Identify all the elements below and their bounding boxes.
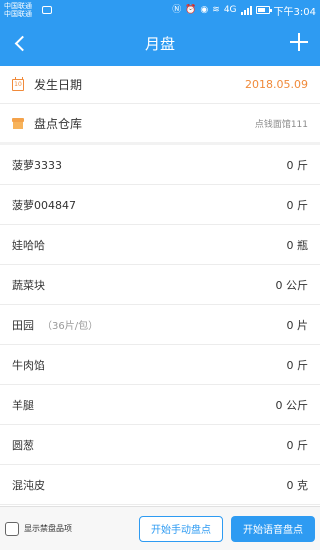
list-item[interactable]: 混沌皮 0 克 bbox=[0, 465, 320, 505]
item-name: 田园 bbox=[12, 318, 34, 332]
eye-icon: ◉ bbox=[200, 5, 209, 15]
notification-app-icon bbox=[42, 6, 52, 14]
nfc-icon: Ⓝ bbox=[172, 5, 182, 15]
item-name: 混沌皮 bbox=[12, 478, 45, 492]
item-name: 圆葱 bbox=[12, 438, 34, 452]
item-name: 牛肉馅 bbox=[12, 358, 45, 372]
item-quantity[interactable]: 0 斤 bbox=[287, 437, 309, 453]
item-quantity[interactable]: 0 斤 bbox=[287, 157, 309, 173]
status-bar: 中国联通 中国联通 Ⓝ ⏰ ◉ ≋ 4G 下午3:04 bbox=[0, 0, 320, 20]
item-quantity[interactable]: 0 片 bbox=[287, 317, 309, 333]
network-type: 4G bbox=[223, 5, 237, 15]
item-quantity[interactable]: 0 瓶 bbox=[287, 237, 309, 253]
add-icon[interactable] bbox=[288, 31, 310, 53]
page-title: 月盘 bbox=[144, 34, 175, 53]
voice-count-button[interactable]: 开始语音盘点 bbox=[231, 515, 315, 542]
carrier-2: 中国联通 bbox=[4, 10, 32, 18]
item-name: 娃哈哈 bbox=[12, 238, 45, 252]
list-item[interactable]: 羊腿 0 公斤 bbox=[0, 385, 320, 425]
list-item[interactable]: 田园 （36片/包） 0 片 bbox=[0, 305, 320, 345]
status-time: 下午3:04 bbox=[273, 6, 316, 18]
item-quantity[interactable]: 0 斤 bbox=[287, 197, 309, 213]
app-header: 月盘 bbox=[0, 20, 320, 66]
signal-icon bbox=[240, 5, 252, 15]
item-name: 蔬菜块 bbox=[12, 278, 45, 292]
wifi-icon: ≋ bbox=[212, 5, 220, 15]
manual-count-button[interactable]: 开始手动盘点 bbox=[139, 515, 223, 542]
status-icons: Ⓝ ⏰ ◉ ≋ 4G 下午3:04 bbox=[172, 3, 316, 18]
back-icon[interactable] bbox=[8, 31, 32, 55]
date-label: 发生日期 bbox=[34, 78, 83, 92]
list-item[interactable]: 蔬菜块 0 公斤 bbox=[0, 265, 320, 305]
date-value[interactable]: 2018.05.09 bbox=[245, 78, 308, 91]
show-disabled-label[interactable]: 显示禁盘品项 bbox=[24, 523, 72, 534]
list-item[interactable]: 圆葱 0 斤 bbox=[0, 425, 320, 465]
item-name: 菠萝3333 bbox=[12, 158, 62, 172]
date-row[interactable]: 10 发生日期 2018.05.09 bbox=[0, 66, 320, 104]
battery-icon bbox=[255, 6, 272, 14]
store-label: 盘点仓库 bbox=[34, 116, 83, 131]
store-row[interactable]: 盘点仓库 点钱面馆111 bbox=[0, 104, 320, 142]
carrier-1: 中国联通 bbox=[4, 2, 32, 10]
list-item[interactable]: 娃哈哈 0 瓶 bbox=[0, 225, 320, 265]
list-item[interactable]: 菠萝3333 0 斤 bbox=[0, 145, 320, 185]
list-item[interactable]: 牛肉馅 0 斤 bbox=[0, 345, 320, 385]
item-list: 菠萝3333 0 斤 菠萝004847 0 斤 娃哈哈 0 瓶 蔬菜块 0 公斤… bbox=[0, 145, 320, 506]
alarm-icon: ⏰ bbox=[185, 5, 197, 15]
item-quantity[interactable]: 0 公斤 bbox=[276, 277, 309, 293]
item-quantity[interactable]: 0 斤 bbox=[287, 357, 309, 373]
item-name: 菠萝004847 bbox=[12, 198, 76, 212]
list-item[interactable]: 菠萝004847 0 斤 bbox=[0, 185, 320, 225]
item-quantity[interactable]: 0 克 bbox=[287, 477, 309, 493]
carrier-info: 中国联通 中国联通 bbox=[4, 2, 40, 18]
info-card: 10 发生日期 2018.05.09 盘点仓库 点钱面馆111 bbox=[0, 66, 320, 142]
item-name: 羊腿 bbox=[12, 398, 34, 412]
show-disabled-checkbox[interactable] bbox=[5, 521, 19, 536]
item-spec: （36片/包） bbox=[42, 321, 99, 332]
item-quantity[interactable]: 0 公斤 bbox=[276, 397, 309, 413]
store-icon bbox=[12, 117, 24, 129]
bottom-toolbar: 显示禁盘品项 开始手动盘点 开始语音盘点 bbox=[0, 506, 320, 550]
store-value[interactable]: 点钱面馆111 bbox=[255, 117, 308, 130]
calendar-icon: 10 bbox=[12, 76, 24, 91]
